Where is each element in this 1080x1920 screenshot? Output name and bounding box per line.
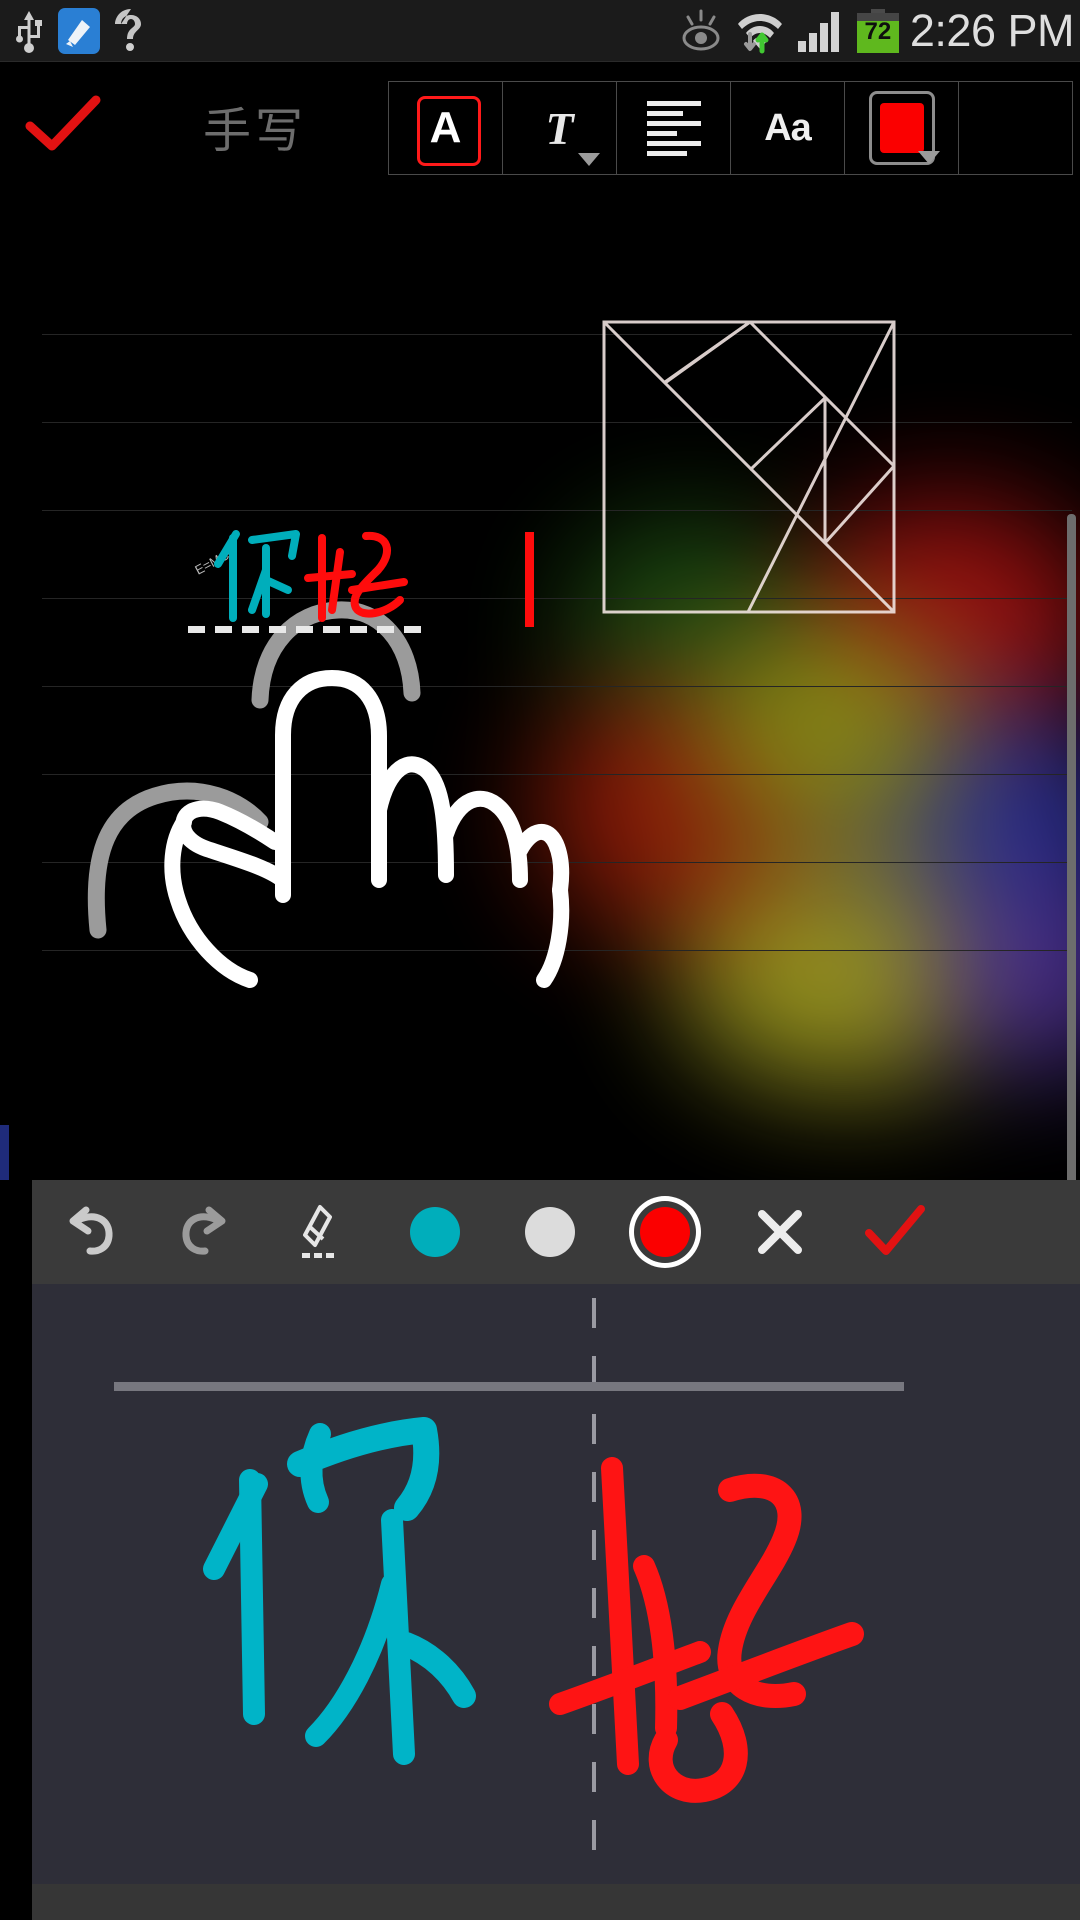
handwritten-char-ni: [214, 530, 300, 622]
color-dot-icon: [409, 1207, 460, 1257]
note-canvas[interactable]: E=MC²: [0, 250, 1080, 1180]
phone-screen: 72 2:26 PM 手写 A T Aa E=MC²: [0, 0, 1080, 1920]
check-icon: [864, 1205, 925, 1255]
highlight-color-swatch: [994, 102, 1038, 154]
toolbar-confirm-button[interactable]: [8, 62, 118, 190]
eraser-button[interactable]: [262, 1180, 377, 1284]
canvas-scrollbar[interactable]: [1067, 514, 1076, 1180]
text-align-button[interactable]: [617, 82, 731, 174]
text-style-A-button[interactable]: A: [389, 82, 503, 174]
status-bar-left-icons: [14, 0, 148, 62]
text-cursor: [525, 532, 534, 627]
color-dot-icon: [524, 1207, 575, 1257]
letter-t-italic-icon: T: [545, 102, 574, 154]
close-icon: [757, 1210, 802, 1254]
undo-button[interactable]: [32, 1180, 147, 1284]
font-size-aa-icon: Aa: [764, 106, 812, 149]
bottom-strip: [32, 1884, 1080, 1920]
chevron-down-icon: [578, 153, 600, 166]
highlight-color-button[interactable]: [959, 82, 1073, 174]
color-red-button[interactable]: [607, 1180, 722, 1284]
status-bar-right-icons: 72 2:26 PM: [678, 0, 1075, 62]
chevron-down-icon: [918, 151, 940, 164]
nfc-unknown-icon: [115, 9, 141, 51]
confirm-button[interactable]: [837, 1180, 952, 1284]
status-bar: 72 2:26 PM: [0, 0, 1080, 62]
text-color-button[interactable]: [845, 82, 959, 174]
handwriting-strokes: [203, 1417, 864, 1803]
app-toolbar: 手写 A T Aa: [0, 62, 1080, 298]
handwriting-underline: [188, 626, 428, 633]
stroke-group-ni: [203, 1417, 476, 1765]
wifi-icon: [737, 14, 782, 54]
align-left-icon: [646, 100, 701, 156]
battery-icon: 72: [856, 9, 899, 53]
color-dot-icon: [639, 1207, 690, 1257]
battery-percent-label: 72: [864, 18, 892, 45]
smart-stay-eye-icon: [682, 9, 720, 51]
signal-bars-icon: [797, 12, 839, 52]
undo-icon: [69, 1206, 112, 1255]
status-bar-clock: 2:26 PM: [909, 5, 1075, 56]
text-color-swatch: [879, 103, 924, 153]
redo-button[interactable]: [147, 1180, 262, 1284]
font-size-button[interactable]: Aa: [731, 82, 845, 174]
color-white-button[interactable]: [492, 1180, 607, 1284]
page-title: 手写: [202, 103, 307, 159]
usb-icon: [16, 11, 42, 53]
stroke-group-hao: [549, 1457, 864, 1803]
cancel-button[interactable]: [722, 1180, 837, 1284]
tangram-square-sketch[interactable]: [600, 318, 900, 618]
handwritten-char-hao: [304, 531, 408, 622]
eraser-icon: [301, 1205, 334, 1258]
redo-icon: [182, 1206, 225, 1255]
cleaner-icon: [58, 8, 100, 54]
pen-toolbar: [32, 1180, 1080, 1284]
color-cyan-button[interactable]: [377, 1180, 492, 1284]
text-format-toolbar-group: A T Aa: [388, 81, 1073, 175]
handwriting-input-panel[interactable]: [32, 1284, 1080, 1884]
text-format-T-button[interactable]: T: [503, 82, 617, 174]
handwriting-baseline: [114, 1382, 904, 1391]
check-icon: [25, 95, 101, 151]
inline-handwriting-preview[interactable]: [188, 518, 534, 633]
left-margin-marker: [0, 1125, 9, 1180]
letter-a-icon: A: [429, 103, 462, 152]
